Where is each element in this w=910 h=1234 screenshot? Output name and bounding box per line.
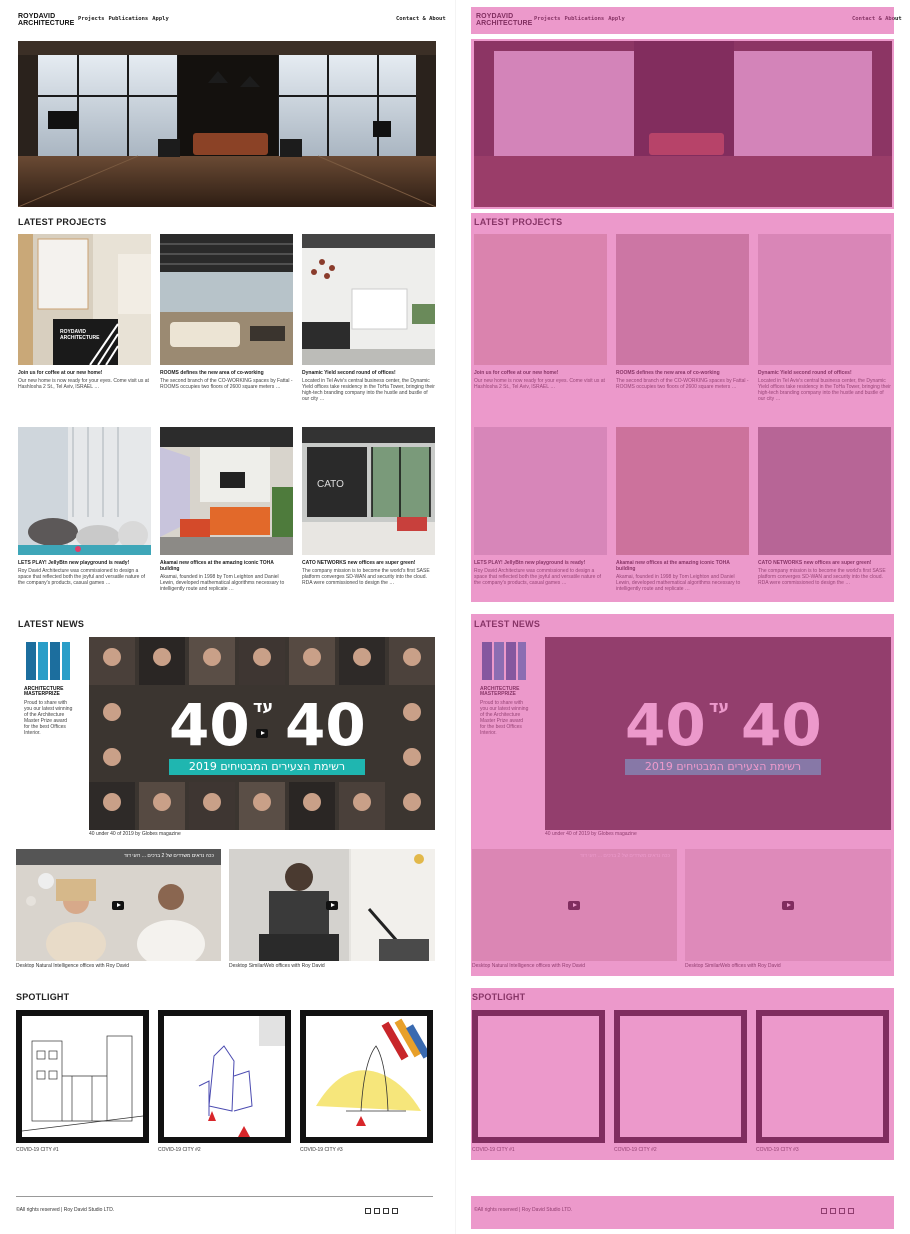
page-right-overlay: ROYDAVID ARCHITECTURE Projects Publicati…: [455, 0, 910, 1234]
hero-office-photo: [18, 41, 436, 207]
sketch-city-2-image: [198, 1016, 285, 1137]
svg-text:CATO: CATO: [317, 479, 344, 490]
project-desc-2: The second branch of the CO-WORKING spac…: [160, 378, 293, 390]
project-photo-6: CATO: [302, 427, 435, 555]
overlay-projects: [471, 213, 894, 602]
project-desc-6: The company mission is to become the wor…: [302, 568, 430, 586]
spotlight-card-3[interactable]: [300, 1010, 433, 1143]
overlay-footer: [471, 1196, 894, 1229]
page-left: ROYDAVID ARCHITECTURE Projects Publicati…: [0, 0, 455, 1234]
social-instagram-icon[interactable]: [374, 1208, 380, 1214]
spotlight-card-1[interactable]: [16, 1010, 149, 1143]
overlay-news: [471, 614, 894, 976]
news-video-2[interactable]: [229, 849, 435, 961]
nav-projects[interactable]: Projects: [78, 16, 105, 22]
social-linkedin-icon[interactable]: [383, 1208, 389, 1214]
project-title-6[interactable]: CATO NETWORKS new offices are super gree…: [302, 560, 435, 566]
social-facebook-icon[interactable]: [365, 1208, 371, 1214]
prize-label-2: MASTERPRIZE: [24, 691, 60, 697]
project-desc-1: Our new home is now ready for your eyes.…: [18, 378, 149, 390]
masterprize-logo-icon: [24, 640, 72, 682]
news-main-video[interactable]: 40 40 עד רשימת הצעירים המבטיחים 2019: [89, 637, 435, 830]
social-pinterest-icon[interactable]: [392, 1208, 398, 1214]
footer-divider: [16, 1196, 433, 1197]
prize-label: ARCHITECTURE MASTERPRIZE: [24, 687, 74, 697]
spotlight-link-3[interactable]: COVID-19 CITY #3: [300, 1147, 343, 1153]
prize-text: Proud to share with you our latest winni…: [24, 700, 73, 736]
site-logo[interactable]: ROYDAVID ARCHITECTURE: [18, 13, 74, 27]
footer-copyright: ©All rights reserved | Roy David Studio …: [16, 1207, 115, 1213]
overlay-hero: [471, 39, 894, 209]
play-icon[interactable]: [112, 901, 124, 910]
play-icon[interactable]: [326, 901, 338, 910]
project-photo-3: [302, 234, 435, 365]
project-title-3[interactable]: Dynamic Yield second round of offices!: [302, 370, 435, 376]
video-subtitle-banner: רשימת הצעירים המבטיחים 2019: [169, 759, 365, 775]
project-thumb-6[interactable]: CATO: [302, 427, 435, 555]
project-photo-5: [160, 427, 293, 555]
project-thumb-2[interactable]: [160, 234, 293, 365]
project-title-5[interactable]: Akamai new offices at the amazing iconic…: [160, 560, 293, 572]
hero-image[interactable]: [18, 41, 436, 207]
prize-block[interactable]: ARCHITECTURE MASTERPRIZE Proud to share …: [24, 640, 74, 736]
project-title-1[interactable]: Join us for coffee at our new home!: [18, 370, 151, 376]
project-title-2[interactable]: ROOMS defines the new area of co-working: [160, 370, 293, 376]
project-desc-5: Akamai, founded in 1998 by Tom Leighton …: [160, 574, 285, 592]
project-desc-4: Roy David Architecture was commissioned …: [18, 568, 146, 586]
project-title-4[interactable]: LETS PLAY! JellyBtn new playground is re…: [18, 560, 151, 566]
spotlight-link-1[interactable]: COVID-19 CITY #1: [16, 1147, 59, 1153]
project-photo-4: [18, 427, 151, 555]
video-number-mid: עד: [253, 697, 274, 716]
project-desc-3: Located in Tel Aviv's central business c…: [302, 378, 435, 402]
spotlight-card-2[interactable]: [158, 1010, 291, 1143]
latest-news-title: LATEST NEWS: [18, 619, 85, 629]
nav-contact[interactable]: Contact & About: [396, 16, 446, 22]
nav-left: Projects Publications Apply: [78, 16, 169, 22]
sketch-city-1-image: [22, 1035, 143, 1132]
spotlight-link-2[interactable]: COVID-19 CITY #2: [158, 1147, 201, 1153]
overlay-header: [471, 7, 894, 34]
project-photo-2: [160, 234, 293, 365]
video-number-left: 40: [169, 691, 250, 759]
logo-line1: ROYDAVID: [18, 13, 56, 20]
sketch-city-3-image: [316, 1018, 427, 1126]
project-thumb-4[interactable]: [18, 427, 151, 555]
nav-apply[interactable]: Apply: [152, 16, 169, 22]
spotlight-title: SPOTLIGHT: [16, 992, 70, 1002]
news-video-1[interactable]: ככה נראים משרדים של 2 ברכים ... רועי דוד: [16, 849, 221, 961]
news-video-2-caption[interactable]: Desktop SimilarWeb offices with Roy Davi…: [229, 963, 325, 969]
video-1-overlay-title: ככה נראים משרדים של 2 ברכים ... רועי דוד: [124, 853, 214, 859]
project-thumb-3[interactable]: [302, 234, 435, 365]
project-photo-1: ROYDAVID ARCHITECTURE: [18, 234, 151, 365]
project-thumb-1[interactable]: ROYDAVID ARCHITECTURE: [18, 234, 151, 365]
latest-projects-title: LATEST PROJECTS: [18, 217, 107, 227]
video-number-right: 40: [285, 691, 366, 759]
logo-line2: ARCHITECTURE: [18, 20, 75, 27]
overlay-spotlight: [471, 988, 894, 1160]
news-main-caption[interactable]: 40 under 40 of 2019 by Globes magazine: [89, 831, 181, 837]
nav-publications[interactable]: Publications: [109, 16, 149, 22]
play-icon[interactable]: [256, 729, 268, 738]
project-thumb-5[interactable]: [160, 427, 293, 555]
svg-text:ARCHITECTURE: ARCHITECTURE: [60, 335, 100, 341]
news-video-1-caption[interactable]: Desktop Natural Intelligence offices wit…: [16, 963, 129, 969]
